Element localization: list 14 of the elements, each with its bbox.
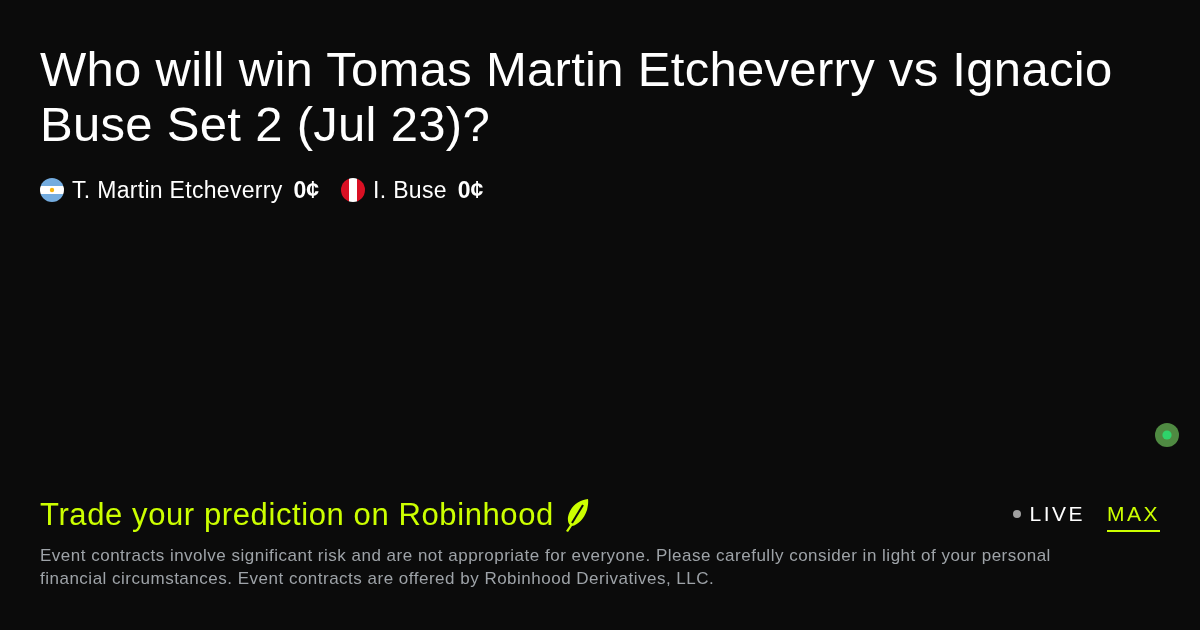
player-price: 0¢	[457, 176, 484, 204]
range-tab[interactable]: LIVE	[1013, 498, 1085, 532]
argentina-flag-icon	[40, 178, 64, 202]
player-price: 0¢	[293, 176, 320, 204]
promo-headline: Trade your prediction on Robinhood	[40, 496, 554, 534]
range-tab[interactable]: MAX	[1107, 498, 1160, 532]
status-dot-icon	[1013, 510, 1022, 518]
peru-flag-icon	[341, 178, 366, 202]
question-title: Who will win Tomas Martin Etcheverry vs Ignacio Buse Set 2 (Jul 23)?	[40, 42, 1114, 152]
player-name: I. Buse	[373, 176, 447, 204]
risk-disclaimer: Event contracts involve significant risk and are not appropriate for everyone. Please carefully consider in light of your personal financial circumstances. Event contracts are offered by Robinhood Derivatives, LLC.	[40, 545, 1052, 590]
feather-logo-icon	[563, 498, 590, 532]
player-name: T. Martin Etcheverry	[72, 176, 283, 204]
live-point-icon	[1155, 423, 1179, 447]
